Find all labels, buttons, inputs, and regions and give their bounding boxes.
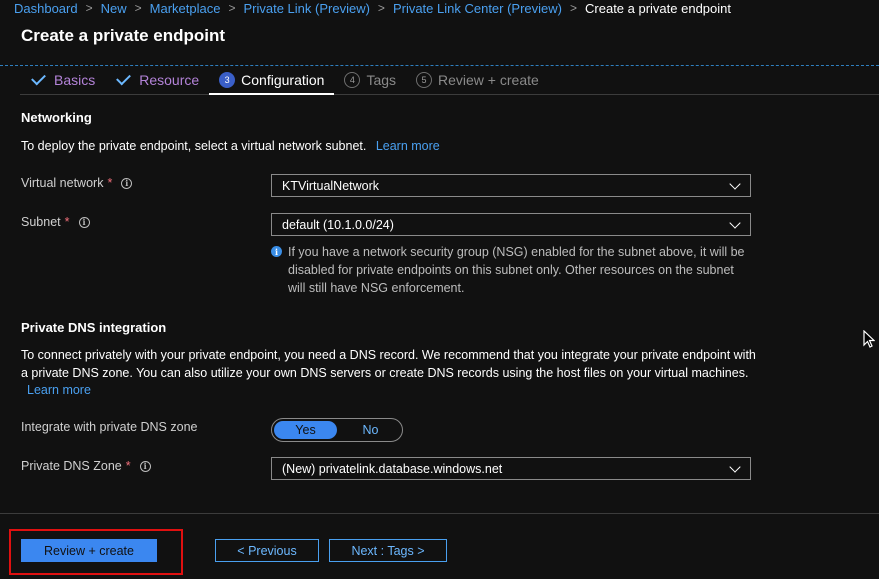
breadcrumb-separator-icon: > (134, 1, 142, 15)
mouse-cursor-icon (863, 330, 875, 348)
dns-description: To connect privately with your private e… (21, 347, 761, 400)
tab-review-create[interactable]: 5 Review + create (406, 66, 549, 94)
breadcrumb-separator-icon: > (228, 1, 236, 15)
virtual-network-label: Virtual network * i (21, 176, 133, 190)
step-number-icon: 3 (219, 72, 236, 88)
dns-heading: Private DNS integration (21, 320, 167, 335)
breadcrumb-current: Create a private endpoint (585, 0, 731, 16)
toggle-no-option[interactable]: No (339, 419, 402, 441)
chevron-down-icon (729, 217, 741, 229)
networking-description-text: To deploy the private endpoint, select a… (21, 139, 367, 153)
private-dns-zone-select[interactable]: (New) privatelink.database.windows.net (271, 457, 751, 480)
subnet-value: default (10.1.0.0/24) (282, 217, 394, 232)
subnet-select[interactable]: default (10.1.0.0/24) (271, 213, 751, 236)
breadcrumb-separator-icon: > (570, 1, 578, 15)
previous-button[interactable]: < Previous (215, 539, 319, 562)
info-icon[interactable]: i (139, 460, 151, 472)
footer-divider (0, 513, 879, 514)
virtual-network-select[interactable]: KTVirtualNetwork (271, 174, 751, 197)
breadcrumb-private-link[interactable]: Private Link (Preview) (243, 1, 369, 16)
toggle-yes-option[interactable]: Yes (274, 421, 337, 439)
dns-description-text: To connect privately with your private e… (21, 348, 756, 380)
integrate-dns-label-text: Integrate with private DNS zone (21, 420, 198, 434)
tab-configuration[interactable]: 3 Configuration (209, 66, 335, 95)
private-dns-zone-label-text: Private DNS Zone (21, 459, 122, 473)
subnet-label: Subnet * i (21, 215, 90, 229)
private-dns-zone-value: (New) privatelink.database.windows.net (282, 461, 503, 476)
chevron-down-icon (729, 461, 741, 473)
checkmark-icon (116, 70, 132, 86)
required-indicator: * (107, 176, 113, 190)
breadcrumb-separator-icon: > (377, 1, 385, 15)
required-indicator: * (64, 215, 70, 229)
tab-resource[interactable]: Resource (105, 66, 209, 94)
wizard-tabs: Basics Resource 3 Configuration 4 Tags 5… (20, 66, 879, 95)
networking-heading: Networking (21, 110, 92, 125)
review-create-button[interactable]: Review + create (21, 539, 157, 562)
tab-tags[interactable]: 4 Tags (334, 66, 406, 94)
required-indicator: * (125, 459, 131, 473)
dns-learn-more-link[interactable]: Learn more (27, 383, 91, 397)
nsg-info-note: i If you have a network security group (… (271, 243, 751, 297)
chevron-down-icon (729, 178, 741, 190)
info-icon[interactable]: i (78, 216, 90, 228)
tab-label: Review + create (438, 72, 539, 88)
step-number-icon: 5 (416, 72, 433, 88)
breadcrumb-separator-icon: > (85, 1, 93, 15)
page-title: Create a private endpoint (21, 26, 226, 45)
private-dns-zone-label: Private DNS Zone * i (21, 459, 151, 473)
tab-label: Basics (54, 72, 96, 88)
breadcrumb: Dashboard > New > Marketplace > Private … (14, 0, 731, 16)
breadcrumb-dashboard[interactable]: Dashboard (14, 1, 78, 16)
integrate-dns-toggle: Yes No (271, 418, 403, 442)
tab-basics[interactable]: Basics (20, 66, 105, 94)
breadcrumb-marketplace[interactable]: Marketplace (150, 1, 221, 16)
virtual-network-value: KTVirtualNetwork (282, 178, 380, 193)
step-number-icon: 4 (344, 72, 361, 88)
info-filled-icon: i (271, 246, 282, 257)
checkmark-icon (31, 70, 46, 86)
next-tags-button[interactable]: Next : Tags > (329, 539, 447, 562)
tab-label: Configuration (241, 72, 325, 88)
breadcrumb-private-link-center[interactable]: Private Link Center (Preview) (393, 1, 562, 16)
integrate-dns-label: Integrate with private DNS zone (21, 420, 197, 434)
tab-label: Resource (139, 72, 200, 88)
virtual-network-label-text: Virtual network (21, 176, 104, 190)
tab-label: Tags (366, 72, 397, 88)
breadcrumb-new[interactable]: New (101, 1, 127, 16)
networking-description: To deploy the private endpoint, select a… (21, 138, 440, 156)
info-icon[interactable]: i (121, 177, 133, 189)
subnet-label-text: Subnet (21, 215, 61, 229)
networking-learn-more-link[interactable]: Learn more (376, 139, 440, 153)
nsg-info-text: If you have a network security group (NS… (288, 245, 745, 295)
